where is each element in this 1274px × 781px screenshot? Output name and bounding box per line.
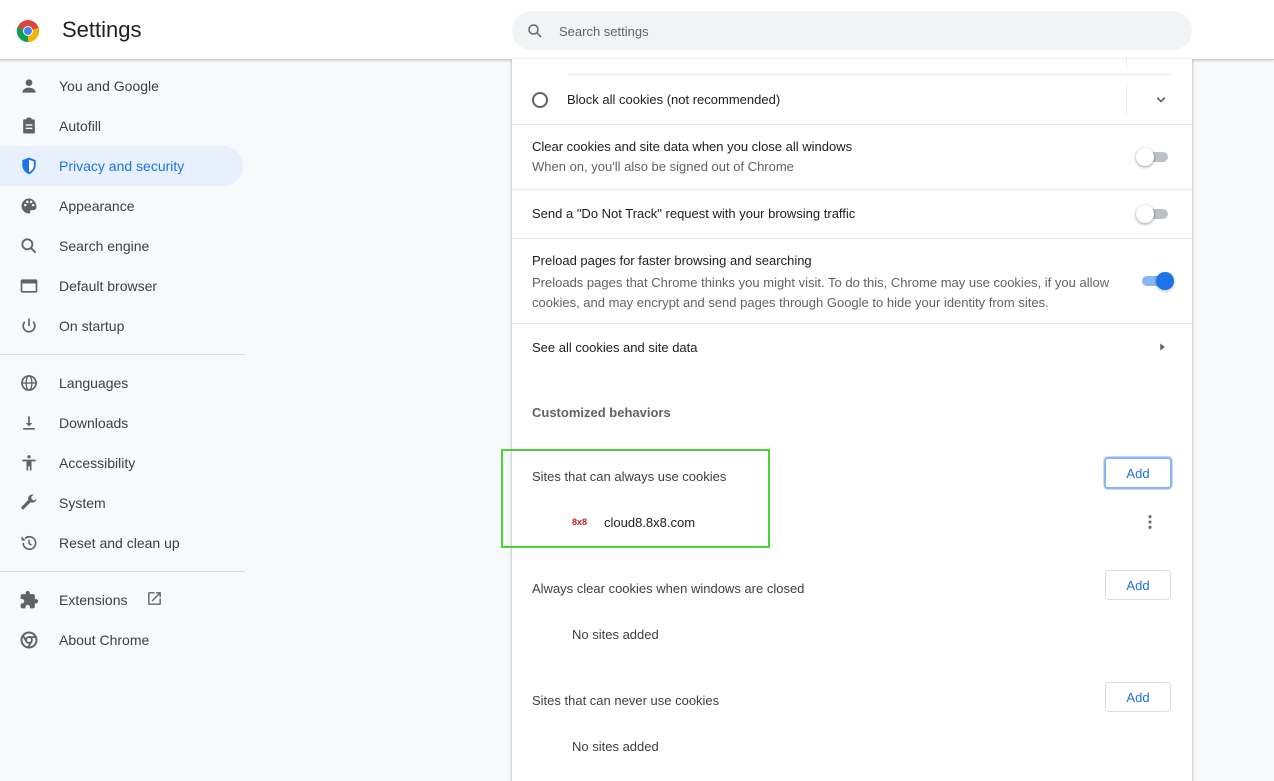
preload-title: Preload pages for faster browsing and se… xyxy=(532,253,812,268)
accessibility-icon xyxy=(22,455,36,471)
clear-on-exit-subtitle: When on, you'll also be signed out of Ch… xyxy=(532,159,794,174)
empty-list-text: No sites added xyxy=(572,627,659,642)
sidebar-item-languages[interactable]: Languages xyxy=(0,363,243,403)
sidebar-item-accessibility[interactable]: Accessibility xyxy=(0,443,243,483)
sidebar-item-label: About Chrome xyxy=(59,632,150,648)
history-icon xyxy=(21,535,37,551)
sidebar-item-label: Default browser xyxy=(59,278,158,294)
header: Settings xyxy=(0,0,1274,60)
vertical-divider xyxy=(1126,84,1127,114)
site-favicon: 8x8 xyxy=(572,517,588,527)
preload-toggle[interactable] xyxy=(1140,272,1176,290)
block-all-radio[interactable] xyxy=(532,92,548,108)
download-icon xyxy=(23,416,35,430)
sidebar-item-search-engine[interactable]: Search engine xyxy=(0,226,243,266)
see-all-cookies-row[interactable]: See all cookies and site data xyxy=(512,324,1192,372)
see-all-cookies-label: See all cookies and site data xyxy=(532,340,698,355)
always-allow-title: Sites that can always use cookies xyxy=(532,469,727,484)
chrome-logo-icon xyxy=(16,20,39,43)
chrome-icon xyxy=(20,631,38,649)
search-icon xyxy=(21,238,37,254)
sidebar-item-label: Downloads xyxy=(59,415,129,431)
sidebar-divider xyxy=(0,571,245,572)
preload-pages-row[interactable]: Preload pages for faster browsing and se… xyxy=(512,239,1192,323)
sidebar-item-label: On startup xyxy=(59,318,125,334)
sidebar-item-reset-and-clean-up[interactable]: Reset and clean up xyxy=(0,523,243,563)
clear-on-exit-toggle[interactable] xyxy=(1136,148,1172,166)
block-all-label: Block all cookies (not recommended) xyxy=(567,92,781,107)
clear-on-exit-title: Clear cookies and site data when you clo… xyxy=(532,139,853,154)
sidebar-item-downloads[interactable]: Downloads xyxy=(0,403,243,443)
chevron-down-icon[interactable] xyxy=(1152,91,1170,109)
add-clear-on-close-button[interactable]: Add xyxy=(1105,570,1171,600)
globe-icon xyxy=(21,375,37,391)
search-input[interactable] xyxy=(557,11,1161,52)
person-icon xyxy=(22,79,36,93)
sidebar: You and Google Autofill Privacy and secu… xyxy=(0,66,245,660)
more-vert-icon[interactable] xyxy=(1140,512,1160,532)
sidebar-item-label: System xyxy=(59,495,106,511)
cookies-settings-card: Block all cookies (not recommended) Clea… xyxy=(512,59,1192,781)
do-not-track-row[interactable]: Send a "Do Not Track" request with your … xyxy=(512,190,1192,238)
never-allow-title: Sites that can never use cookies xyxy=(532,693,720,708)
sidebar-item-label: You and Google xyxy=(59,78,159,94)
clear-on-close-title: Always clear cookies when windows are cl… xyxy=(532,581,805,596)
sidebar-item-label: Languages xyxy=(59,375,129,391)
sidebar-item-label: Appearance xyxy=(59,198,135,214)
wrench-icon xyxy=(21,494,37,510)
open-in-new-icon[interactable] xyxy=(146,590,163,607)
shield-icon xyxy=(22,157,36,175)
vertical-divider xyxy=(1126,59,1127,67)
add-never-allow-button[interactable]: Add xyxy=(1105,682,1171,712)
site-list-item[interactable]: 8x8 cloud8.8x8.com xyxy=(512,504,1192,540)
do-not-track-toggle[interactable] xyxy=(1136,205,1172,223)
sidebar-item-extensions[interactable]: Extensions xyxy=(0,580,243,620)
search-bar[interactable] xyxy=(512,11,1192,52)
empty-list-text: No sites added xyxy=(572,739,659,754)
sidebar-item-autofill[interactable]: Autofill xyxy=(0,106,243,146)
site-domain: cloud8.8x8.com xyxy=(604,515,696,530)
sidebar-item-default-browser[interactable]: Default browser xyxy=(0,266,243,306)
puzzle-icon xyxy=(20,590,39,609)
sidebar-item-label: Privacy and security xyxy=(59,158,185,174)
palette-icon xyxy=(21,198,37,214)
sidebar-item-label: Autofill xyxy=(59,118,102,134)
sidebar-item-label: Reset and clean up xyxy=(59,535,180,551)
add-always-allow-button[interactable]: Add xyxy=(1104,457,1172,489)
clear-on-exit-row[interactable]: Clear cookies and site data when you clo… xyxy=(512,125,1192,189)
search-icon xyxy=(528,24,542,38)
sidebar-item-on-startup[interactable]: On startup xyxy=(0,306,243,346)
browser-window-icon xyxy=(20,279,38,293)
customized-behaviors-heading: Customized behaviors xyxy=(532,405,671,420)
do-not-track-title: Send a "Do Not Track" request with your … xyxy=(532,206,856,221)
sidebar-item-appearance[interactable]: Appearance xyxy=(0,186,243,226)
page-title: Settings xyxy=(62,17,142,42)
sidebar-item-about-chrome[interactable]: About Chrome xyxy=(0,620,243,660)
sidebar-item-label: Accessibility xyxy=(59,455,136,471)
preload-subtitle: Preloads pages that Chrome thinks you mi… xyxy=(532,275,1110,310)
sidebar-item-system[interactable]: System xyxy=(0,483,243,523)
chevron-right-icon xyxy=(1160,343,1165,351)
power-icon xyxy=(22,318,36,333)
sidebar-divider xyxy=(0,354,245,355)
sidebar-item-label: Extensions xyxy=(59,592,128,608)
clipboard-icon xyxy=(23,117,35,134)
block-all-cookies-option[interactable]: Block all cookies (not recommended) xyxy=(512,75,1192,125)
sidebar-item-privacy-and-security[interactable]: Privacy and security xyxy=(0,146,243,186)
sidebar-item-label: Search engine xyxy=(59,238,150,254)
sidebar-item-you-and-google[interactable]: You and Google xyxy=(0,66,243,106)
